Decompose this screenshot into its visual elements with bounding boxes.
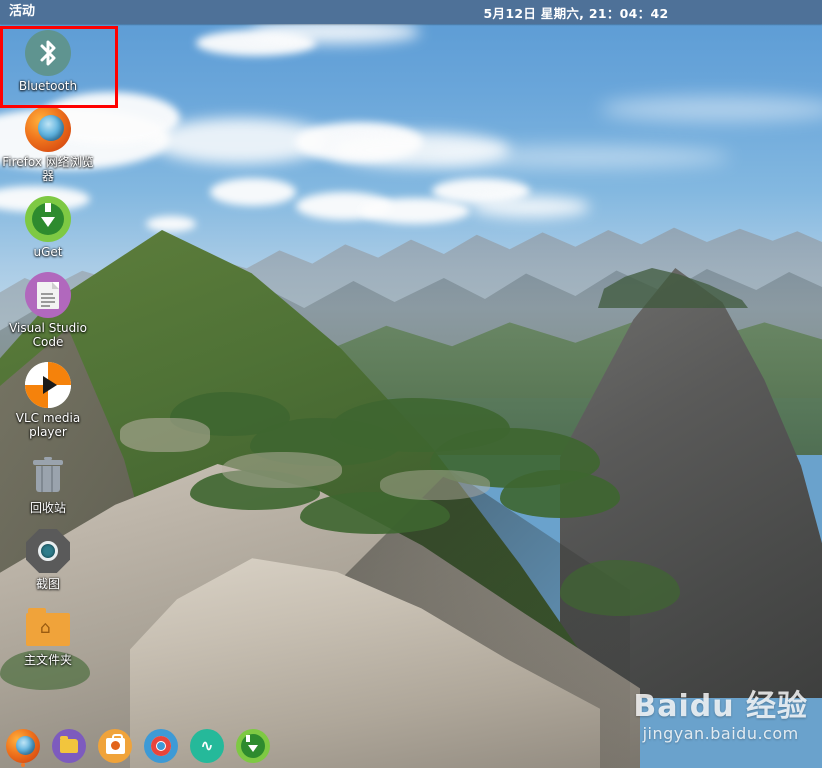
doc-line — [41, 292, 53, 295]
document-glyph-icon — [37, 281, 59, 309]
rock-patch — [380, 470, 490, 500]
desktop-icon-label: Visual Studio Code — [9, 321, 87, 349]
uget-inner-circle — [32, 203, 64, 235]
ubuntu-software-icon — [105, 734, 125, 754]
desktop-icon-screenshot[interactable]: 截图 — [0, 524, 96, 594]
cloud-haze — [430, 146, 730, 168]
activities-button[interactable]: 活动 — [0, 0, 44, 24]
dock-item-uget[interactable] — [236, 729, 270, 763]
desktop-wallpaper[interactable]: 活动 5月12日 星期六, 21：04：42 🔲 Bluetooth Firef… — [0, 0, 822, 768]
dock-item-help[interactable] — [144, 729, 178, 763]
play-triangle-icon — [43, 376, 57, 394]
cloud — [146, 216, 196, 232]
bluetooth-rune-icon — [40, 40, 56, 66]
dock-item-system-monitor[interactable]: ∿ — [190, 729, 224, 763]
download-arrow-stem — [246, 735, 250, 742]
desktop-icon-label: Bluetooth — [18, 79, 78, 93]
desktop-icon-label: uGet — [33, 245, 63, 259]
desktop-icon-grid: 🔲 Bluetooth Firefox 网络浏览器 uGet — [0, 26, 120, 676]
trash-icon — [25, 452, 71, 498]
dock-item-firefox[interactable] — [6, 729, 40, 767]
dock-taskbar: ∿ — [0, 724, 822, 768]
download-arrow-icon — [248, 744, 258, 752]
bluetooth-icon: 🔲 — [25, 30, 71, 76]
cloud-haze — [600, 96, 822, 122]
folder-glyph: ⌂ — [26, 608, 70, 646]
folder-icon — [60, 736, 78, 753]
download-arrow-icon — [41, 217, 55, 227]
screenshot-icon — [25, 528, 71, 574]
rock-patch — [120, 418, 210, 452]
clock-label[interactable]: 5月12日 星期六, 21：04：42 — [484, 6, 669, 21]
trash-body — [36, 466, 60, 492]
house-icon: ⌂ — [40, 618, 51, 638]
desktop-icon-vlc[interactable]: VLC media player — [0, 358, 96, 442]
cloud — [210, 178, 296, 206]
camera-lens-icon — [38, 541, 58, 561]
pulse-wave-icon: ∿ — [200, 736, 214, 755]
trash-can-glyph — [33, 457, 63, 492]
dock-item-files[interactable] — [52, 729, 86, 763]
desktop-icon-label: 截图 — [35, 577, 60, 591]
aperture-glyph-icon — [26, 529, 70, 573]
desktop-icon-trash[interactable]: 回收站 — [0, 448, 96, 518]
lifebuoy-icon — [151, 736, 171, 756]
doc-line — [41, 300, 55, 303]
running-indicator-dot — [21, 763, 25, 767]
firefox-icon — [15, 735, 35, 755]
home-folder-icon: ⌂ — [25, 604, 71, 650]
vlc-icon — [25, 362, 71, 408]
vscode-icon — [25, 272, 71, 318]
uget-icon — [241, 734, 265, 758]
desktop-icon-label: 回收站 — [29, 501, 66, 515]
firefox-icon — [25, 106, 71, 152]
desktop-icon-home-folder[interactable]: ⌂ 主文件夹 — [0, 600, 96, 670]
cloud — [470, 196, 590, 218]
ubuntu-logo-icon — [110, 741, 120, 750]
uget-icon — [25, 196, 71, 242]
download-arrow-stem — [45, 203, 51, 212]
desktop-icon-label: VLC media player — [15, 411, 81, 439]
desktop-icon-vscode[interactable]: Visual Studio Code — [0, 268, 96, 352]
trash-lid — [33, 460, 63, 465]
doc-line — [41, 296, 55, 299]
clock: 5月12日 星期六, 21：04：42 — [0, 3, 822, 22]
desktop-icon-bluetooth[interactable]: 🔲 Bluetooth — [0, 26, 96, 96]
doc-line — [41, 304, 50, 307]
dock-item-software[interactable] — [98, 729, 132, 763]
desktop-icon-uget[interactable]: uGet — [0, 192, 96, 262]
top-bar: 活动 5月12日 星期六, 21：04：42 — [0, 0, 822, 24]
rock-patch — [222, 452, 342, 488]
desktop-icon-label: 主文件夹 — [23, 653, 72, 667]
firefox-globe — [38, 115, 64, 141]
desktop-icon-label: Firefox 网络浏览器 — [2, 155, 94, 183]
desktop-icon-firefox[interactable]: Firefox 网络浏览器 — [0, 102, 96, 186]
